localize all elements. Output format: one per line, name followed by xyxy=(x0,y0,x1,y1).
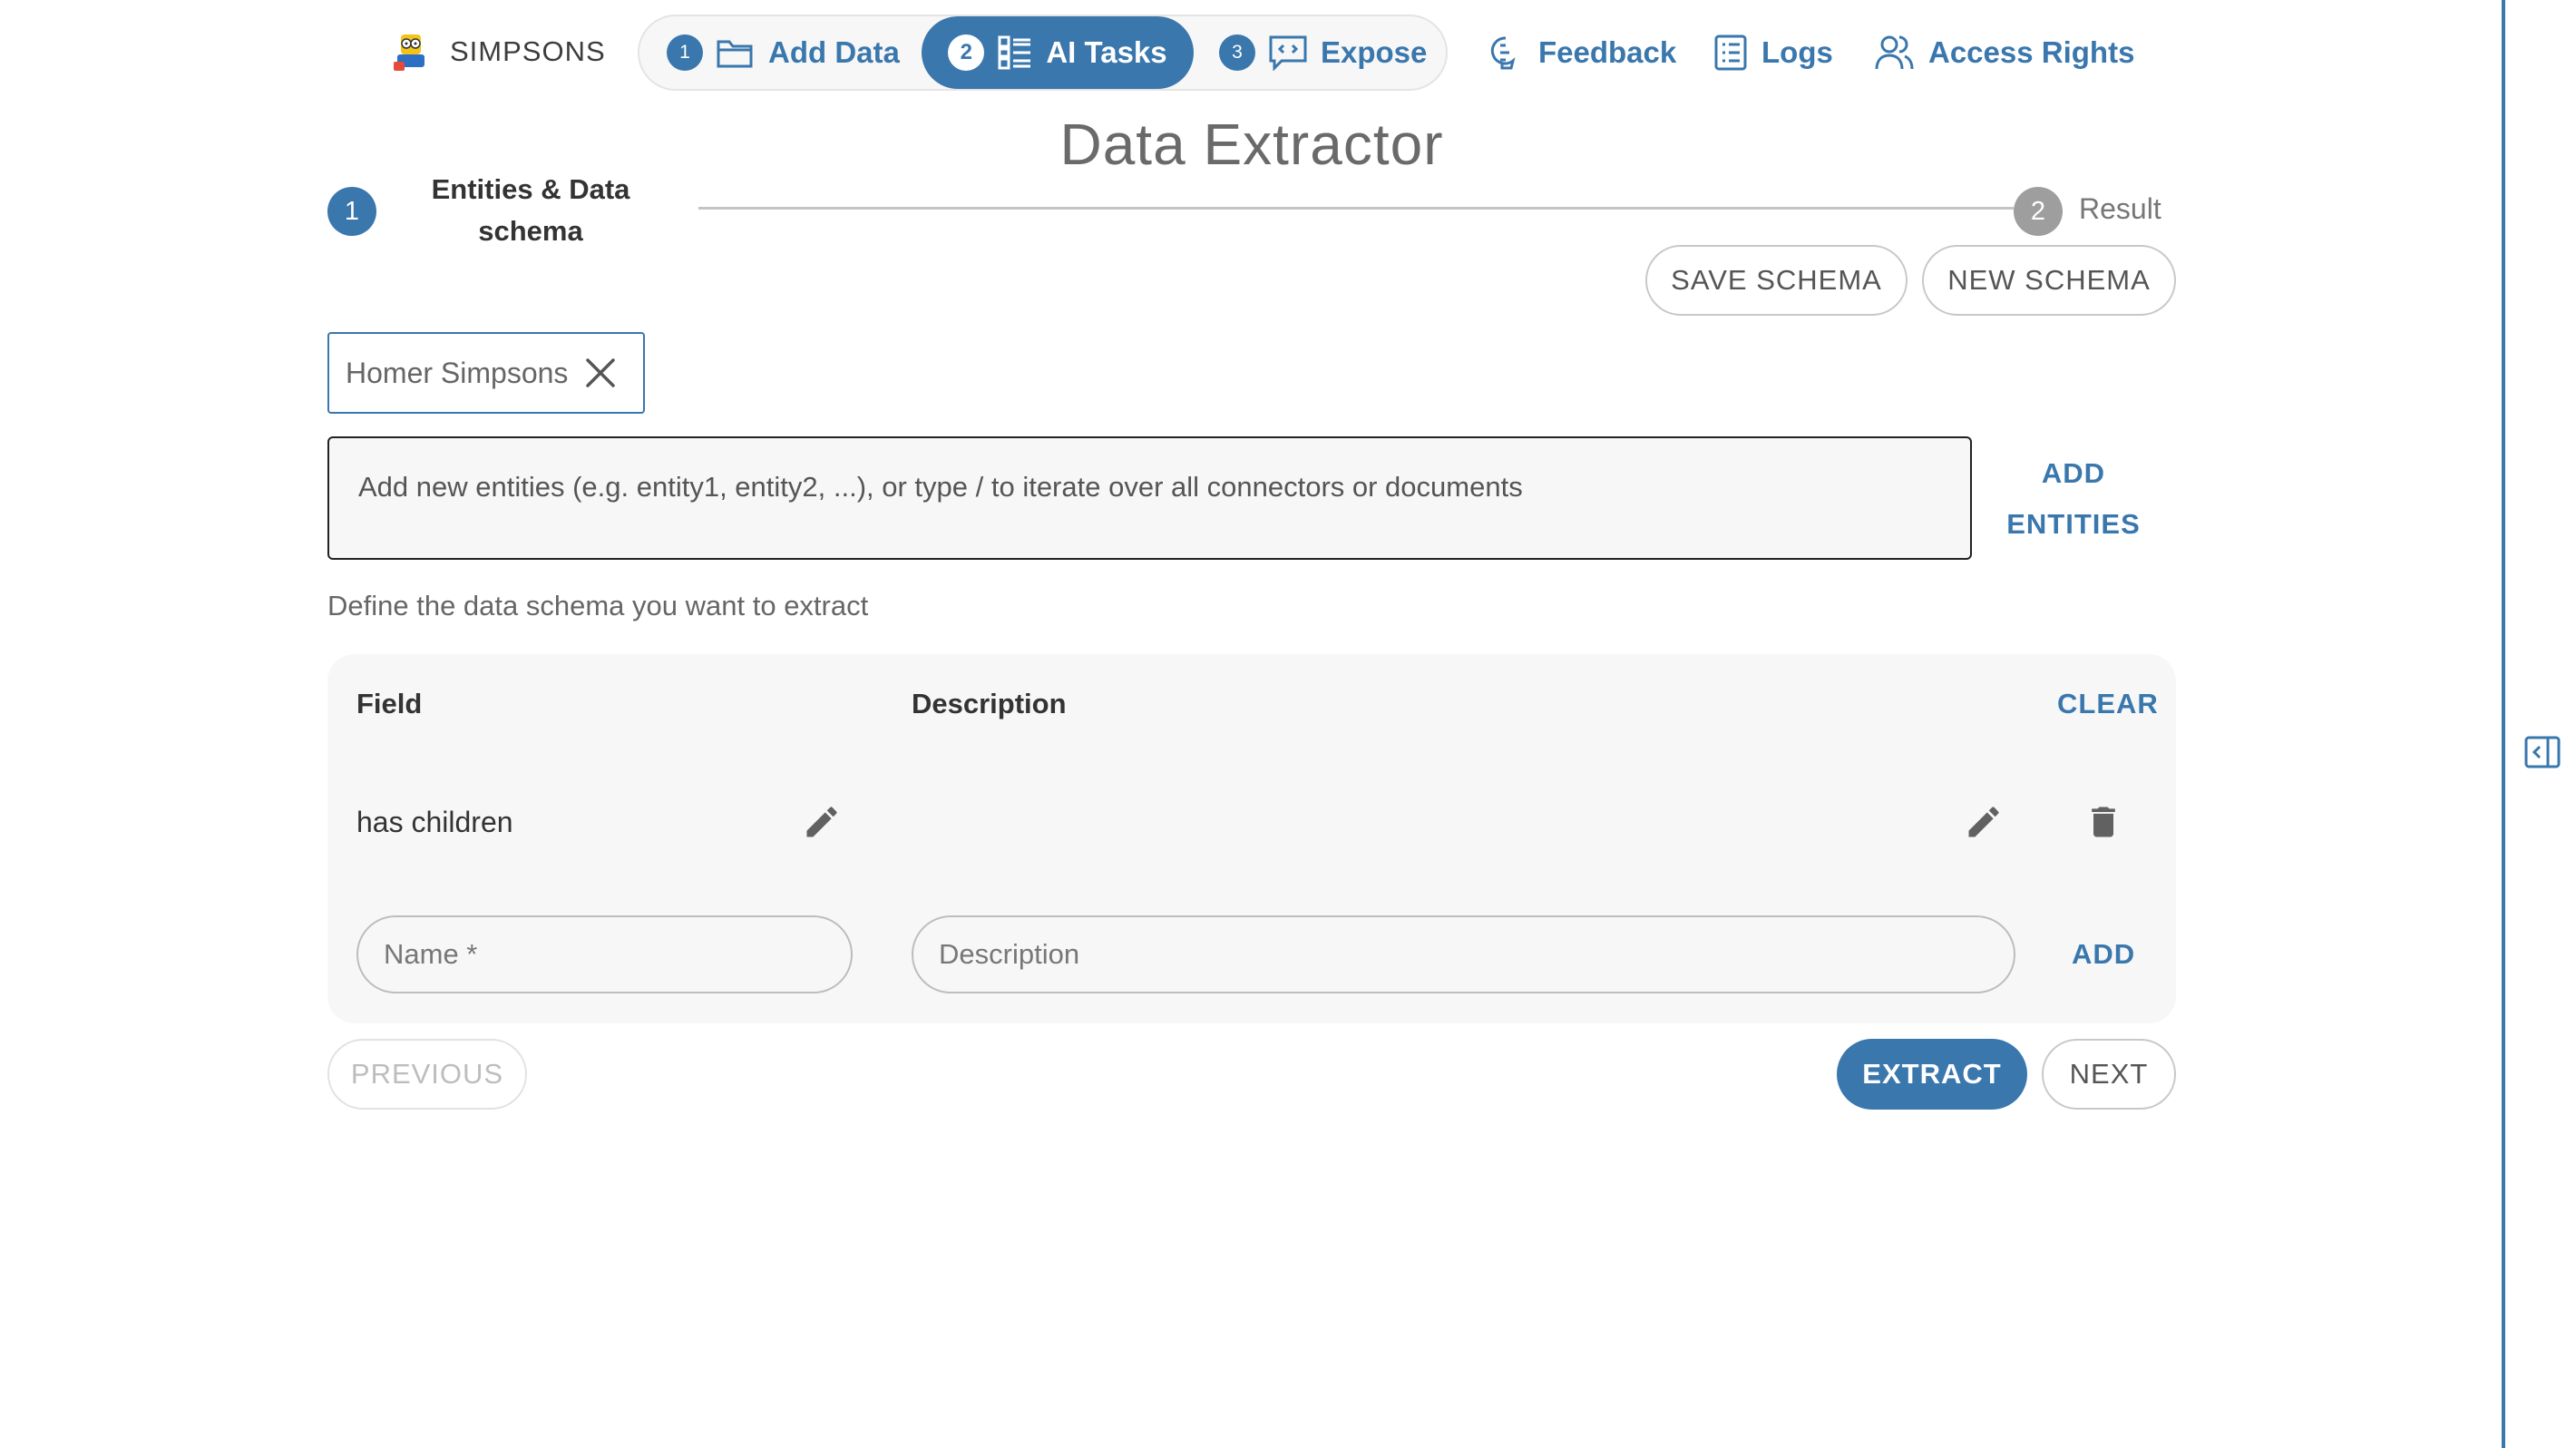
stepper-connector xyxy=(698,207,2014,210)
close-icon[interactable] xyxy=(584,357,617,389)
brand-name: SIMPSONS xyxy=(450,35,606,67)
feedback-label: Feedback xyxy=(1538,35,1677,69)
step-label: AI Tasks xyxy=(1046,35,1167,69)
expose-icon xyxy=(1268,34,1308,71)
step-ai-tasks[interactable]: 2 AI Tasks xyxy=(922,16,1194,89)
feedback-link[interactable]: Feedback xyxy=(1486,27,1676,78)
step-expose[interactable]: 3 Expose xyxy=(1219,16,1427,89)
logs-label: Logs xyxy=(1761,35,1833,69)
save-schema-button[interactable]: SAVE SCHEMA xyxy=(1645,245,1908,316)
edit-description-button[interactable] xyxy=(1960,798,2007,846)
access-rights-link[interactable]: Access Rights xyxy=(1874,27,2134,78)
stepper-step1-label: Entities & Data schema xyxy=(431,173,630,247)
add-entities-label-line1: ADD xyxy=(2041,457,2106,489)
workflow-steps: 1 Add Data 2 AI Tasks 3 Expose xyxy=(638,15,1448,91)
entities-input-placeholder: Add new entities (e.g. entity1, entity2,… xyxy=(358,471,1523,503)
entity-chip-label: Homer Simpsons xyxy=(346,356,569,389)
step-add-data[interactable]: 1 Add Data xyxy=(667,16,900,89)
delete-row-button[interactable] xyxy=(2080,798,2127,846)
pencil-icon xyxy=(806,807,837,837)
stepper-step1-number: 1 xyxy=(344,196,360,226)
page-title: Data Extractor xyxy=(1059,112,1444,177)
field-description-placeholder: Description xyxy=(939,938,1080,970)
brand[interactable]: SIMPSONS xyxy=(388,27,606,76)
clear-button[interactable]: CLEAR xyxy=(2057,688,2159,720)
add-entities-button[interactable]: ADD ENTITIES xyxy=(1995,448,2152,550)
field-name-placeholder: Name * xyxy=(384,938,478,970)
schema-hint: Define the data schema you want to extra… xyxy=(327,590,869,621)
add-field-button[interactable]: ADD xyxy=(2072,938,2135,971)
step-label: Expose xyxy=(1321,35,1428,69)
description-column-header: Description xyxy=(912,688,1067,719)
users-icon xyxy=(1875,35,1914,70)
edit-field-button[interactable] xyxy=(798,798,845,846)
simpsons-logo-icon xyxy=(394,34,424,71)
previous-button[interactable]: PREVIOUS xyxy=(327,1039,527,1110)
field-name-input[interactable]: Name * xyxy=(356,915,853,993)
tasks-icon xyxy=(997,34,1033,71)
side-panel-toggle[interactable] xyxy=(2523,733,2561,771)
extract-button[interactable]: EXTRACT xyxy=(1837,1039,2027,1110)
next-button[interactable]: NEXT xyxy=(2042,1039,2176,1110)
entity-chip: Homer Simpsons xyxy=(327,332,645,414)
stepper-step2-number: 2 xyxy=(2030,196,2046,226)
field-cell: has children xyxy=(356,806,513,838)
side-panel-border xyxy=(2502,0,2505,1448)
pencil-icon xyxy=(1968,807,1999,837)
step-number: 2 xyxy=(948,34,985,71)
new-schema-button[interactable]: NEW SCHEMA xyxy=(1922,245,2176,316)
entities-input[interactable]: Add new entities (e.g. entity1, entity2,… xyxy=(327,436,1972,560)
access-rights-label: Access Rights xyxy=(1928,35,2135,69)
folder-icon xyxy=(716,34,756,71)
field-description-input[interactable]: Description xyxy=(912,915,2015,993)
step-number: 1 xyxy=(667,34,703,71)
trash-icon xyxy=(2092,807,2115,837)
field-column-header: Field xyxy=(356,688,423,719)
logs-link[interactable]: Logs xyxy=(1712,27,1833,78)
panel-collapse-icon xyxy=(2524,736,2561,768)
feedback-icon xyxy=(1490,36,1516,70)
stepper-step2-label: Result xyxy=(2079,192,2161,225)
add-entities-label-line2: ENTITIES xyxy=(2006,508,2141,540)
stepper-step1-indicator: 1 xyxy=(327,187,376,236)
logs-icon xyxy=(1714,34,1747,71)
step-label: Add Data xyxy=(768,35,900,69)
stepper-step2-indicator: 2 xyxy=(2014,187,2063,236)
step-number: 3 xyxy=(1219,34,1255,71)
